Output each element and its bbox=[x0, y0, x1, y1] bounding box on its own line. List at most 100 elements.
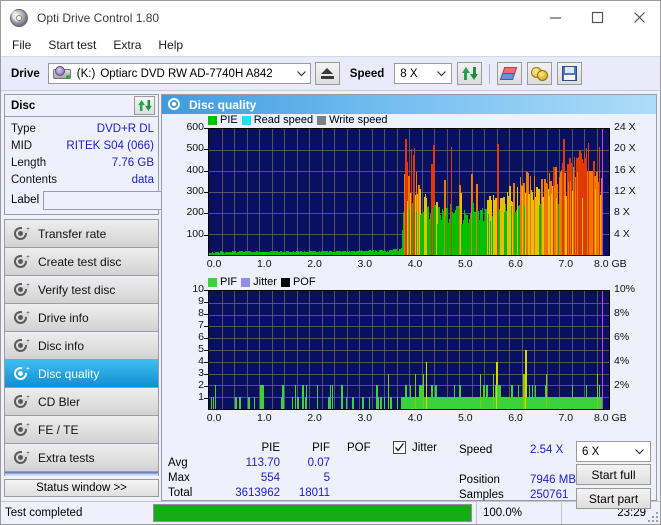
axis-tick-label: 5.0 bbox=[457, 258, 473, 270]
disc-icon bbox=[13, 449, 30, 466]
axis-tick-label: 6 bbox=[198, 331, 204, 343]
erase-button[interactable] bbox=[497, 62, 523, 85]
start-full-button[interactable]: Start full bbox=[576, 464, 651, 485]
progress-fill bbox=[154, 505, 471, 521]
axis-tick-label: 5 bbox=[198, 343, 204, 355]
menu-help[interactable]: Help bbox=[156, 36, 192, 55]
disc-icon bbox=[13, 421, 30, 438]
axis-tick bbox=[204, 128, 208, 129]
progress-bar bbox=[153, 504, 472, 522]
sidebar-item-fe-te[interactable]: FE / TE bbox=[5, 416, 158, 444]
chart-bar bbox=[249, 397, 251, 409]
axis-tick bbox=[204, 326, 208, 327]
speed-select[interactable]: 8 X bbox=[394, 63, 453, 84]
pif-chart-legend: PIF Jitter POF bbox=[208, 276, 316, 288]
maximize-icon[interactable] bbox=[576, 1, 618, 34]
panel-header: Disc quality bbox=[162, 95, 656, 114]
drive-label: Drive bbox=[11, 67, 40, 80]
menu-start-test[interactable]: Start test bbox=[46, 36, 105, 55]
disc-row-value: data bbox=[131, 173, 154, 186]
legend-item-write-speed: Write speed bbox=[317, 114, 388, 126]
pif-y-axis: 1 2 3 4 5 6 7 8 9 10 bbox=[164, 276, 208, 428]
save-button[interactable] bbox=[557, 62, 583, 85]
axis-tick-label: 8.0 GB bbox=[594, 412, 627, 424]
sidebar-item-extra-tests[interactable]: Extra tests bbox=[5, 444, 158, 472]
sidebar-item-disc-quality[interactable]: Disc quality bbox=[5, 360, 158, 388]
axis-tick-label: 20 X bbox=[614, 142, 636, 155]
stats-row-label-avg: Avg bbox=[168, 457, 188, 469]
progress-percent: 100.0% bbox=[476, 502, 561, 524]
sidebar-item-label: Drive info bbox=[38, 310, 89, 325]
sidebar-item-cd-bler[interactable]: CD Bler bbox=[5, 388, 158, 416]
axis-tick-label: 8 X bbox=[614, 206, 630, 219]
axis-tick bbox=[204, 338, 208, 339]
sidebar-filler bbox=[4, 472, 159, 476]
chevron-down-icon bbox=[631, 442, 648, 461]
chart-bar bbox=[239, 397, 242, 409]
close-icon[interactable] bbox=[618, 1, 660, 34]
sidebar-item-transfer-rate[interactable]: Transfer rate bbox=[5, 220, 158, 248]
resize-grip-icon[interactable] bbox=[648, 512, 658, 522]
jitter-checkbox[interactable] bbox=[393, 441, 406, 454]
sidebar-item-create-test-disc[interactable]: Create test disc bbox=[5, 248, 158, 276]
stats-pie-avg: 113.70 bbox=[245, 457, 280, 469]
speed-label: Speed bbox=[349, 67, 385, 80]
chart-bar bbox=[369, 397, 371, 409]
axis-tick bbox=[204, 213, 208, 215]
legend-label: PIF bbox=[220, 276, 238, 288]
sidebar-item-drive-info[interactable]: Drive info bbox=[5, 304, 158, 332]
sidebar-item-verify-test-disc[interactable]: Verify test disc bbox=[5, 276, 158, 304]
toolbar: Drive (K:) Optiarc DVD RW AD-7740H A842 S… bbox=[1, 56, 660, 91]
axis-tick-label: 0.0 bbox=[206, 412, 222, 424]
eraser-icon bbox=[500, 66, 518, 81]
disc-row-label: Type bbox=[11, 122, 36, 135]
pif-plot-area bbox=[208, 290, 610, 410]
axis-tick-label: 8% bbox=[614, 307, 630, 319]
axis-tick-label: 1.0 bbox=[256, 258, 272, 270]
start-part-button[interactable]: Start part bbox=[576, 488, 651, 509]
samples-stat-label: Samples bbox=[459, 489, 504, 501]
pif-chart: PIF Jitter POF 1 2 3 4 5 6 7 8 9 10 2% 4… bbox=[164, 276, 654, 428]
chart-bar bbox=[282, 385, 284, 409]
status-window-button[interactable]: Status window >> bbox=[4, 479, 159, 497]
eject-button[interactable] bbox=[314, 62, 340, 85]
minimize-icon[interactable] bbox=[534, 1, 576, 34]
axis-tick-label: 200 bbox=[186, 206, 204, 219]
discs-button[interactable] bbox=[527, 62, 553, 85]
speed-stat-value: 2.54 X bbox=[530, 444, 564, 456]
chart-bar bbox=[297, 397, 299, 409]
end-marker-line bbox=[601, 129, 603, 255]
axis-tick-label: 10% bbox=[614, 283, 636, 295]
axis-tick bbox=[204, 290, 208, 291]
disc-icon bbox=[13, 365, 30, 382]
chart-bar bbox=[387, 373, 390, 409]
chart-bar bbox=[302, 385, 304, 409]
stats-pie-total: 3613962 bbox=[235, 487, 280, 499]
stats-header-pie: PIE bbox=[261, 442, 280, 454]
chart-bar bbox=[305, 385, 308, 409]
refresh-button[interactable] bbox=[457, 62, 483, 85]
test-speed-select[interactable]: 6 X bbox=[576, 441, 651, 462]
chart-bar bbox=[377, 397, 379, 409]
axis-tick-label: 16 X bbox=[614, 163, 636, 176]
axis-tick-label: 4% bbox=[614, 355, 630, 367]
sidebar-item-label: Disc quality bbox=[38, 366, 100, 381]
legend-label: POF bbox=[292, 276, 316, 288]
chart-bar bbox=[262, 385, 264, 409]
menu-extra[interactable]: Extra bbox=[111, 36, 150, 55]
disc-icon bbox=[13, 281, 30, 298]
sidebar-item-label: CD Bler bbox=[38, 394, 81, 409]
legend-label: Write speed bbox=[329, 114, 388, 126]
title-bar: Opti Drive Control 1.80 bbox=[1, 1, 660, 34]
chart-bar bbox=[390, 397, 392, 409]
chart-bar bbox=[380, 397, 382, 409]
disc-icon bbox=[13, 393, 30, 410]
disc-refresh-button[interactable] bbox=[134, 96, 155, 115]
disc-row-length: Length 7.76 GB bbox=[11, 154, 154, 171]
legend-item-read-speed: Read speed bbox=[241, 114, 313, 126]
disc-icon bbox=[13, 309, 30, 326]
speed-stat-label: Speed bbox=[459, 444, 493, 456]
drive-select[interactable]: (K:) Optiarc DVD RW AD-7740H A842 bbox=[47, 63, 311, 84]
menu-file[interactable]: File bbox=[10, 36, 40, 55]
sidebar-item-disc-info[interactable]: Disc info bbox=[5, 332, 158, 360]
